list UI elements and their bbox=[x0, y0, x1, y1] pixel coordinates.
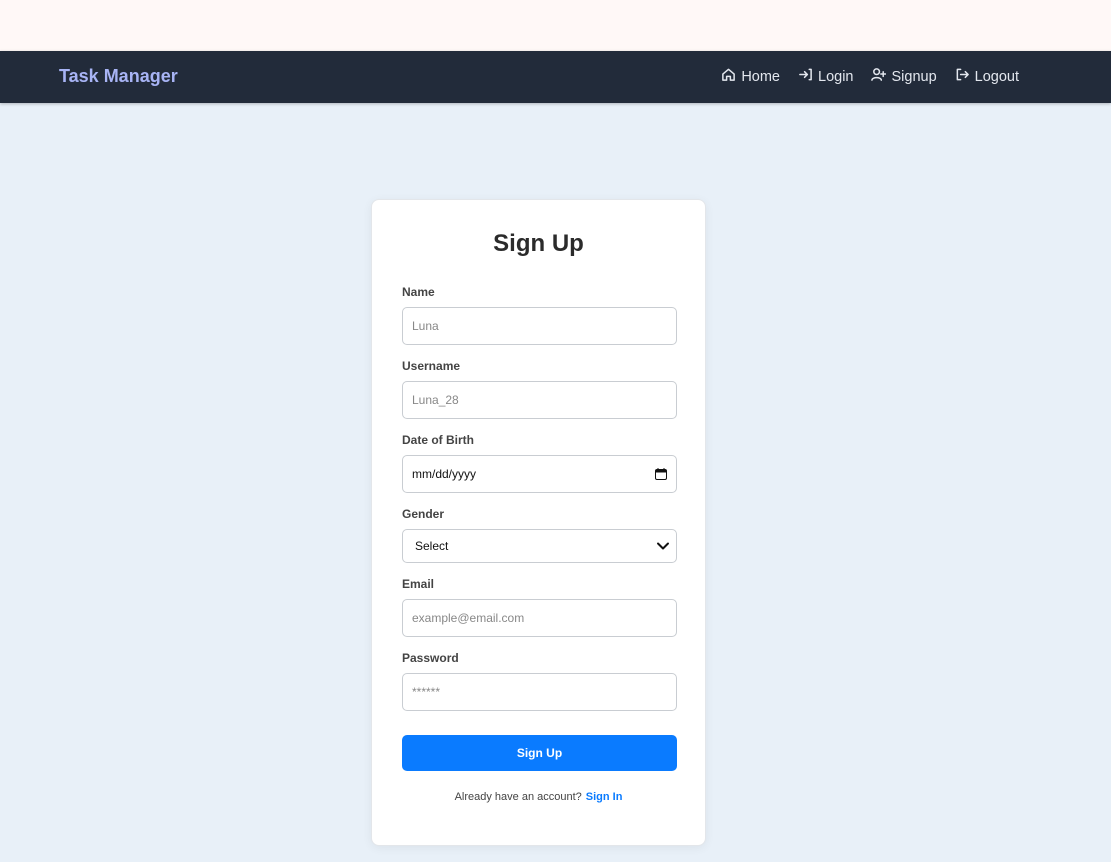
nav-logout[interactable]: Logout bbox=[955, 67, 1019, 86]
email-field[interactable] bbox=[402, 599, 677, 637]
chevron-down-icon bbox=[656, 539, 670, 553]
home-icon bbox=[721, 67, 736, 86]
login-icon bbox=[798, 67, 813, 86]
user-plus-icon bbox=[871, 67, 887, 86]
gender-select[interactable]: Select bbox=[402, 529, 677, 563]
name-field[interactable] bbox=[402, 307, 677, 345]
nav-logout-label: Logout bbox=[974, 68, 1019, 85]
nav-home-label: Home bbox=[741, 68, 780, 85]
signup-card: Sign Up Name Username Date of Birth mm/d… bbox=[371, 199, 706, 846]
nav-signup-label: Signup bbox=[891, 68, 937, 85]
username-field[interactable] bbox=[402, 381, 677, 419]
signin-link[interactable]: Sign In bbox=[586, 791, 623, 803]
nav-links: Home Login Signup Logout bbox=[721, 67, 1019, 86]
signup-button[interactable]: Sign Up bbox=[402, 735, 677, 771]
logout-icon bbox=[955, 67, 970, 86]
nav-login-label: Login bbox=[818, 68, 854, 85]
username-label: Username bbox=[402, 359, 461, 373]
signin-prompt-text: Already have an account? bbox=[454, 791, 582, 803]
dob-value: mm/dd/yyyy bbox=[412, 467, 477, 481]
gender-selected-value: Select bbox=[415, 539, 449, 553]
dob-label: Date of Birth bbox=[402, 433, 474, 447]
page-title: Sign Up bbox=[493, 230, 584, 257]
brand-logo[interactable]: Task Manager bbox=[59, 66, 178, 87]
browser-top-strip bbox=[0, 0, 1111, 51]
password-label: Password bbox=[402, 651, 459, 665]
email-label: Email bbox=[402, 577, 435, 591]
dob-field[interactable]: mm/dd/yyyy bbox=[402, 455, 677, 493]
nav-login[interactable]: Login bbox=[798, 67, 853, 86]
nav-signup[interactable]: Signup bbox=[871, 67, 937, 86]
calendar-icon[interactable] bbox=[655, 468, 667, 480]
nav-home[interactable]: Home bbox=[721, 67, 780, 86]
password-field[interactable] bbox=[402, 673, 677, 711]
name-label: Name bbox=[402, 285, 435, 299]
gender-label: Gender bbox=[402, 507, 445, 521]
signin-prompt: Already have an account? Sign In bbox=[372, 791, 705, 803]
navbar: Task Manager Home Login Signup Logout bbox=[0, 51, 1111, 103]
